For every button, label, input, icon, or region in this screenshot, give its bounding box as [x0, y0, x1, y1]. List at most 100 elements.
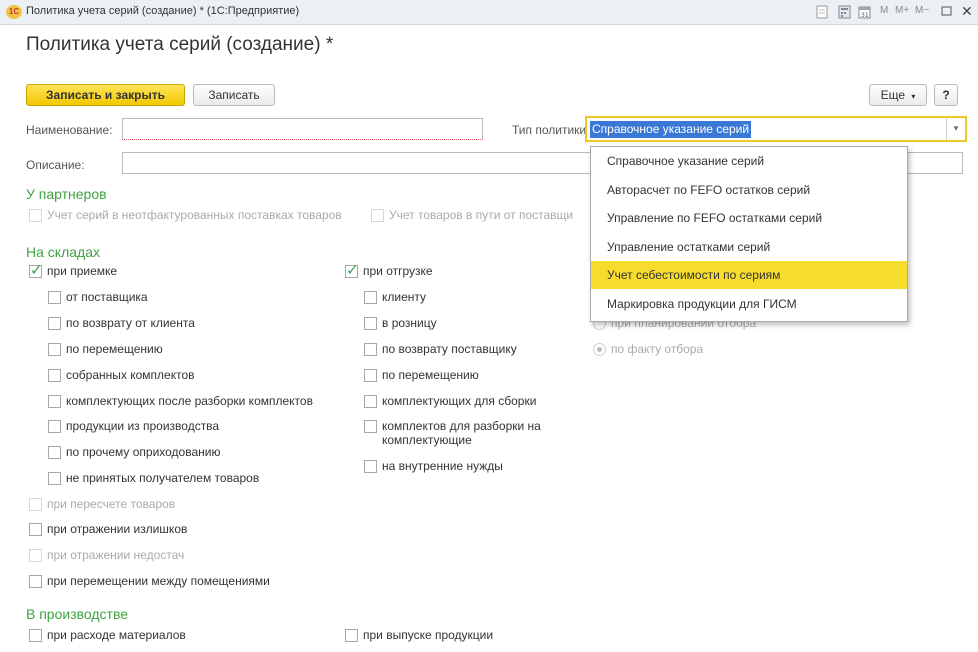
chevron-down-icon: ▾: [911, 92, 916, 101]
checkbox-shipment-item[interactable]: комплектующих для сборки: [364, 394, 584, 410]
page-title: Политика учета серий (создание) *: [26, 34, 334, 55]
close-icon[interactable]: ✕: [961, 3, 973, 19]
policy-type-label: Тип политики:: [512, 123, 590, 137]
memory-mplus-button[interactable]: M+: [895, 5, 909, 19]
checkbox-box: [364, 291, 377, 304]
checkbox-label: по перемещению: [66, 342, 163, 356]
checkbox-box: [48, 420, 61, 433]
checkbox-receipt-item[interactable]: по перемещению: [48, 342, 328, 358]
calendar-icon[interactable]: 31: [858, 5, 871, 19]
checkbox-label: при приемке: [47, 264, 118, 278]
checkbox-box: [364, 369, 377, 382]
checkbox-label: Учет товаров в пути от поставщи: [389, 208, 574, 222]
checkbox-label: на внутренние нужды: [382, 459, 503, 473]
window-titlebar: 1С Политика учета серий (создание) * (1С…: [0, 0, 978, 25]
memory-m-button[interactable]: M: [880, 5, 888, 19]
checkbox-materials[interactable]: при расходе материалов: [29, 628, 279, 644]
memory-mminus-button[interactable]: M−: [915, 5, 929, 19]
save-and-close-button[interactable]: Записать и закрыть: [26, 84, 185, 106]
checkbox-recount[interactable]: при пересчете товаров: [29, 497, 279, 513]
dropdown-option[interactable]: Маркировка продукции для ГИСМ: [591, 290, 907, 318]
checkbox-on-shipment[interactable]: при отгрузке: [345, 261, 545, 280]
dropdown-option-highlighted[interactable]: Учет себестоимости по сериям: [591, 261, 907, 289]
checkbox-shipment-item[interactable]: по возврату поставщику: [364, 342, 584, 358]
checkbox-shipment-item[interactable]: в розницу: [364, 316, 584, 332]
checkbox-box: [29, 575, 42, 588]
calculator-icon[interactable]: [838, 5, 851, 19]
dropdown-option[interactable]: Справочное указание серий: [591, 147, 907, 175]
section-production-title: В производстве: [26, 606, 129, 622]
name-field[interactable]: [122, 118, 483, 140]
checkbox-shipment-item[interactable]: на внутренние нужды: [364, 459, 584, 475]
name-label: Наименование:: [26, 123, 113, 137]
checkbox-label: при отражении излишков: [47, 522, 188, 536]
dropdown-option[interactable]: Управление по FEFO остатками серий: [591, 204, 907, 232]
doc-icon[interactable]: [816, 5, 828, 19]
checkbox-box: [48, 291, 61, 304]
checkbox-label: не принятых получателем товаров: [66, 471, 260, 485]
checkbox-box: [29, 523, 42, 536]
combo-dropdown-button[interactable]: ▾: [946, 118, 965, 140]
checkbox-label: при пересчете товаров: [47, 497, 176, 511]
app-logo-icon: 1С: [6, 5, 22, 19]
checkbox-box: [48, 446, 61, 459]
dropdown-option[interactable]: Управление остатками серий: [591, 233, 907, 261]
window-title: Политика учета серий (создание) * (1С:Пр…: [26, 5, 300, 17]
checkbox-output[interactable]: при выпуске продукции: [345, 628, 595, 644]
svg-text:31: 31: [861, 12, 869, 19]
radio-on-fact[interactable]: по факту отбора: [593, 342, 793, 358]
checkbox-receipt-item[interactable]: по возврату от клиента: [48, 316, 328, 332]
checkbox-shipment-item[interactable]: клиенту: [364, 290, 584, 306]
checkbox-box: [29, 209, 42, 222]
checkbox-label: при отгрузке: [363, 264, 433, 278]
checkbox-partners-uninvoiced[interactable]: Учет серий в неотфактурованных поставках…: [29, 208, 359, 224]
checkbox-label: от поставщика: [66, 290, 148, 304]
checkbox-on-receipt[interactable]: при приемке: [29, 261, 229, 280]
checkbox-receipt-item[interactable]: собранных комплектов: [48, 368, 328, 384]
checkbox-label: по возврату от клиента: [66, 316, 195, 330]
checkbox-box: [29, 629, 42, 642]
checkbox-receipt-item[interactable]: по прочему оприходованию: [48, 445, 328, 461]
help-button[interactable]: ?: [934, 84, 958, 106]
checkbox-box: [48, 395, 61, 408]
checkbox-box: [364, 420, 377, 433]
checkbox-shipment-item[interactable]: комплектов для разборки на комплектующие: [364, 419, 584, 449]
dropdown-option[interactable]: Авторасчет по FEFO остатков серий: [591, 176, 907, 204]
checkbox-label: Учет серий в неотфактурованных поставках…: [47, 208, 342, 222]
checkbox-label: при расходе материалов: [47, 628, 186, 642]
description-label: Описание:: [26, 158, 85, 172]
checkbox-box: [364, 460, 377, 473]
checkbox-receipt-item[interactable]: от поставщика: [48, 290, 328, 306]
policy-type-combo[interactable]: Справочное указание серий ▾: [585, 116, 967, 142]
more-menu-button[interactable]: Еще ▾: [869, 84, 927, 106]
checkbox-surplus[interactable]: при отражении излишков: [29, 522, 279, 538]
checkbox-receipt-item[interactable]: комплектующих после разборки комплектов: [48, 394, 338, 410]
checkbox-box: [48, 317, 61, 330]
checkbox-box: [371, 209, 384, 222]
checkbox-shipment-item[interactable]: по перемещению: [364, 368, 584, 384]
checkbox-label: комплектующих для сборки: [382, 394, 537, 408]
checkbox-label: при выпуске продукции: [363, 628, 494, 642]
checkbox-label: по возврату поставщику: [382, 342, 517, 356]
checkbox-partners-transit[interactable]: Учет товаров в пути от поставщи: [371, 208, 589, 224]
checkbox-box: [29, 549, 42, 562]
checkbox-label: клиенту: [382, 290, 427, 304]
checkbox-label: в розницу: [382, 316, 437, 330]
restore-icon[interactable]: [941, 5, 952, 19]
radio-label: по факту отбора: [611, 342, 704, 356]
section-partners-title: У партнеров: [26, 186, 107, 202]
checkbox-label: собранных комплектов: [66, 368, 195, 382]
checkbox-shortage[interactable]: при отражении недостач: [29, 548, 279, 564]
checkbox-box: [48, 343, 61, 356]
save-button[interactable]: Записать: [193, 84, 275, 106]
checkbox-box: [345, 261, 359, 279]
checkbox-receipt-item[interactable]: не принятых получателем товаров: [48, 471, 328, 487]
checkbox-label: комплектов для разборки на: [382, 419, 541, 433]
checkbox-movement[interactable]: при перемещении между помещениями: [29, 574, 329, 590]
policy-type-dropdown: Справочное указание серий Авторасчет по …: [590, 146, 908, 322]
checkbox-label: по прочему оприходованию: [66, 445, 221, 459]
checkbox-receipt-item[interactable]: продукции из производства: [48, 419, 328, 435]
checkbox-label: продукции из производства: [66, 419, 220, 433]
checkbox-box: [364, 395, 377, 408]
checkbox-label: при перемещении между помещениями: [47, 574, 270, 588]
